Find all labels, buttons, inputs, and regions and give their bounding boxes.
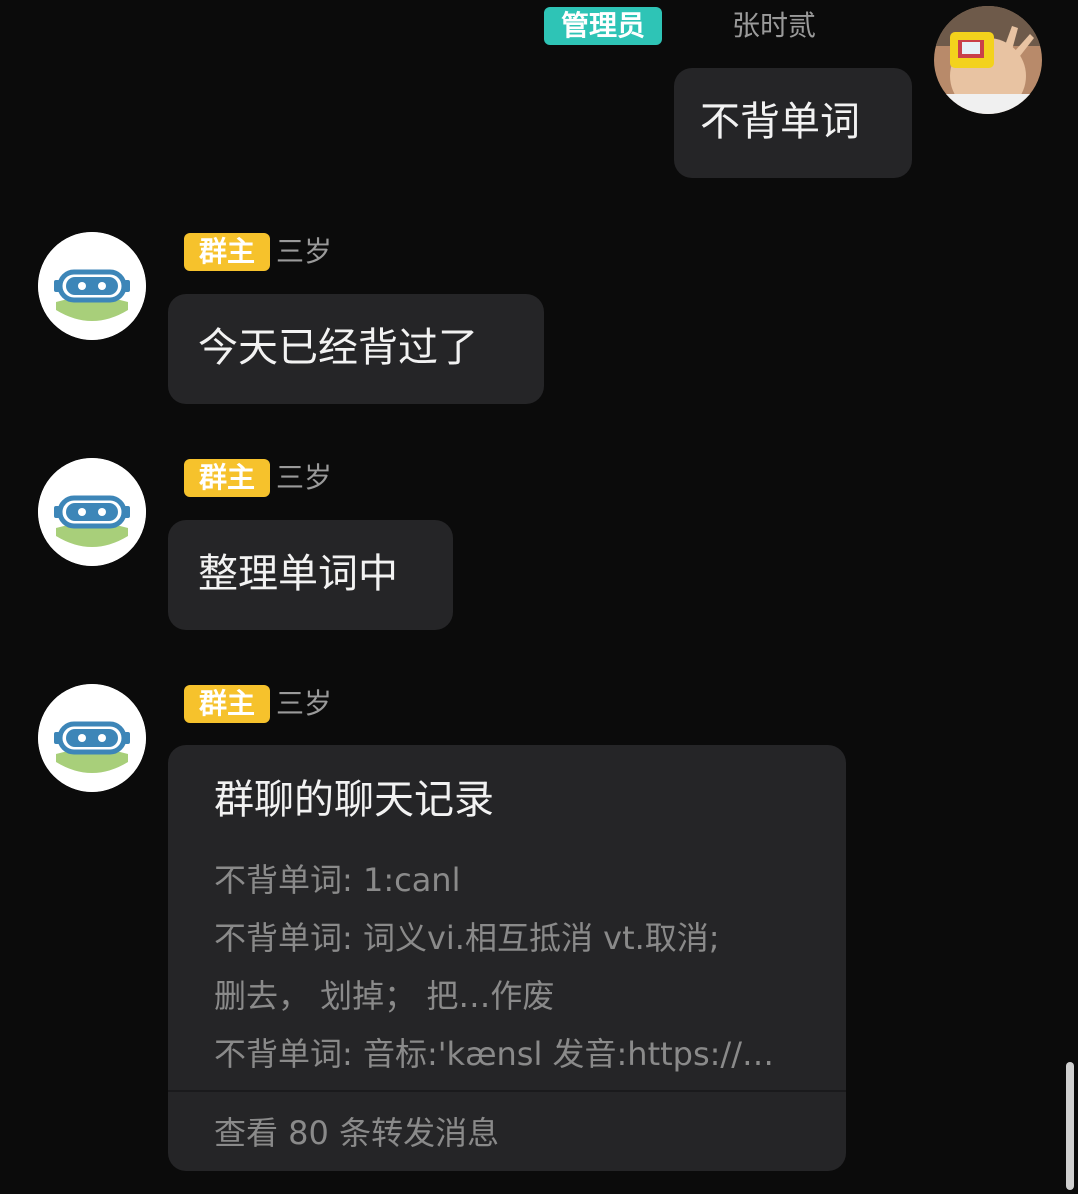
forwarded-chat-card[interactable]: 群聊的聊天记录 不背单词: 1:canl 不背单词: 词义vi.相互抵消 vt.… bbox=[168, 745, 846, 1171]
preview-line: 不背单词: 1:canl bbox=[214, 861, 461, 899]
scrollbar[interactable] bbox=[1066, 1062, 1074, 1190]
message-bubble[interactable]: 不背单词 bbox=[674, 68, 912, 178]
admin-badge: 管理员 bbox=[544, 7, 662, 45]
sender-name[interactable]: 三岁 bbox=[276, 686, 332, 722]
bot-avatar[interactable] bbox=[38, 458, 146, 566]
robot-face-icon bbox=[38, 684, 146, 792]
view-forwarded-messages-link[interactable]: 查看 80 条转发消息 bbox=[214, 1109, 499, 1157]
owner-badge: 群主 bbox=[184, 233, 270, 271]
message-bubble[interactable]: 今天已经背过了 bbox=[168, 294, 544, 404]
bot-avatar[interactable] bbox=[38, 232, 146, 340]
owner-badge: 群主 bbox=[184, 685, 270, 723]
preview-line: 不背单词: 音标:'kænsl 发音:https://… bbox=[214, 1035, 774, 1073]
card-preview: 不背单词: 1:canl 不背单词: 词义vi.相互抵消 vt.取消; 删去， … bbox=[214, 851, 814, 1083]
robot-face-icon bbox=[38, 232, 146, 340]
message-bubble[interactable]: 整理单词中 bbox=[168, 520, 453, 630]
sender-name[interactable]: 张时贰 bbox=[732, 8, 816, 44]
bot-avatar[interactable] bbox=[38, 684, 146, 792]
owner-badge: 群主 bbox=[184, 459, 270, 497]
card-title: 群聊的聊天记录 bbox=[214, 777, 494, 823]
sender-name[interactable]: 三岁 bbox=[276, 234, 332, 270]
user-photo-avatar-icon bbox=[934, 6, 1042, 114]
sender-name[interactable]: 三岁 bbox=[276, 460, 332, 496]
user-avatar[interactable] bbox=[934, 6, 1042, 114]
robot-face-icon bbox=[38, 458, 146, 566]
preview-line: 不背单词: 词义vi.相互抵消 vt.取消; bbox=[214, 919, 720, 957]
card-divider bbox=[168, 1090, 846, 1092]
preview-line: 删去， 划掉； 把…作废 bbox=[214, 977, 555, 1015]
